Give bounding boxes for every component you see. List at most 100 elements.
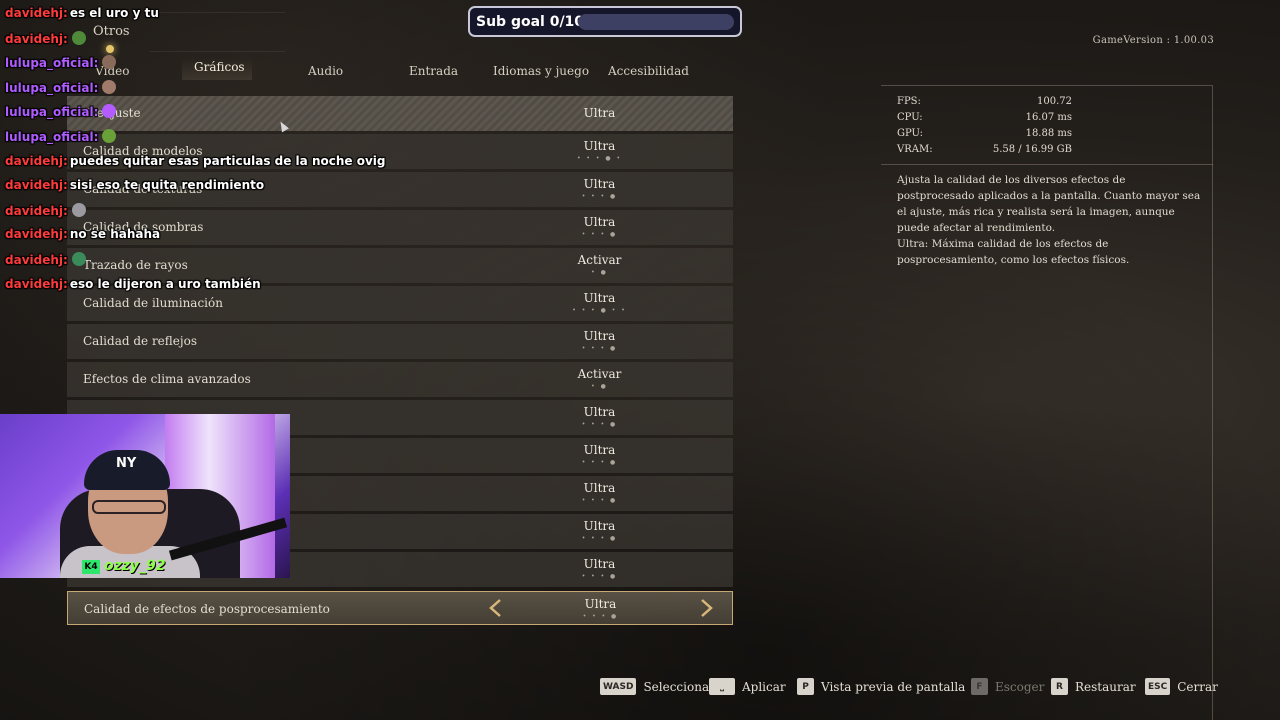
chat-message: davidehj: xyxy=(5,252,86,270)
control-vista-previa[interactable]: P Vista previa de pantalla xyxy=(797,678,965,695)
setting-label: Trazado de rayos xyxy=(83,258,188,272)
chat-username[interactable]: davidehj: xyxy=(5,227,68,241)
chat-username[interactable]: davidehj: xyxy=(5,32,68,46)
setting-label: Calidad de iluminación xyxy=(83,296,223,310)
control-escoger: F Escoger xyxy=(971,678,1044,695)
setting-row-calidad-de-reflejos[interactable]: Calidad de reflejos Ultra • • • ● xyxy=(67,324,733,359)
setting-value: Ultra xyxy=(584,597,617,611)
control-seleccionar[interactable]: WASD Seleccionar xyxy=(600,678,715,695)
setting-value: Ultra xyxy=(583,177,616,191)
setting-value: Activar xyxy=(577,253,622,267)
performance-info-panel: FPS: 100.72 CPU: 16.07 ms GPU: 18.88 ms … xyxy=(881,85,1213,720)
setting-level-dots: • • • ● xyxy=(582,613,619,620)
tab-indicator-dot xyxy=(106,45,114,53)
chat-text: sisi eso te quita rendimiento xyxy=(69,178,265,193)
space-key-icon: ⎵ xyxy=(709,678,735,695)
chevron-right-icon[interactable] xyxy=(696,598,716,618)
chat-username[interactable]: davidehj: xyxy=(5,154,68,168)
chat-username[interactable]: lulupa_oficial: xyxy=(5,105,98,119)
streamer-name: ozzy_92 xyxy=(104,558,166,574)
chat-username[interactable]: davidehj: xyxy=(5,6,68,20)
setting-value: Ultra xyxy=(583,106,616,120)
streamer-badge-icon: K4 xyxy=(82,560,100,574)
chat-username[interactable]: davidehj: xyxy=(5,204,68,218)
chat-username[interactable]: lulupa_oficial: xyxy=(5,130,98,144)
setting-row-efectos-de-clima[interactable]: Efectos de clima avanzados Activar • ● xyxy=(67,362,733,397)
tab-audio[interactable]: Audio xyxy=(308,64,343,78)
tab-otros[interactable]: Otros xyxy=(93,24,130,39)
control-label: Escoger xyxy=(995,679,1045,694)
game-logo-ornament xyxy=(150,12,285,52)
chat-emote-icon xyxy=(102,79,117,94)
chat-text: no se hahaha xyxy=(69,227,161,242)
setting-label: Efectos de clima avanzados xyxy=(83,372,251,386)
tab-graficos[interactable]: Gráficos xyxy=(194,60,245,74)
r-key-icon: R xyxy=(1051,678,1068,695)
setting-description: Ajusta la calidad de los diversos efecto… xyxy=(897,174,1201,266)
sub-goal-progress-bar xyxy=(578,14,734,30)
wasd-key-icon: WASD xyxy=(600,678,637,695)
stat-label: VRAM: xyxy=(897,144,933,155)
webcam-glasses xyxy=(92,500,166,514)
tab-accesibilidad[interactable]: Accesibilidad xyxy=(608,64,689,78)
chat-emote-icon xyxy=(71,202,86,217)
chat-message: lulupa_oficial: xyxy=(5,55,117,73)
chat-username[interactable]: davidehj: xyxy=(5,178,68,192)
setting-level-dots: • ● xyxy=(591,383,608,390)
chat-username[interactable]: lulupa_oficial: xyxy=(5,56,98,70)
tab-idiomas-y-juego[interactable]: Idiomas y juego xyxy=(493,64,589,78)
setting-level-dots: • • • ● xyxy=(581,535,618,542)
setting-level-dots: • • • ● xyxy=(581,497,618,504)
stat-label: GPU: xyxy=(897,128,923,139)
setting-row-preajuste[interactable]: Preajuste Ultra xyxy=(67,96,733,131)
control-restaurar[interactable]: R Restaurar xyxy=(1051,678,1136,695)
control-label: Vista previa de pantalla xyxy=(821,679,966,694)
sub-goal-label: Sub goal 0/10 xyxy=(476,13,585,30)
setting-value: Ultra xyxy=(583,443,616,457)
setting-level-dots: • ● xyxy=(591,269,608,276)
chat-text: eso le dijeron a uro también xyxy=(69,276,261,291)
setting-value: Ultra xyxy=(583,139,616,153)
control-hints-bar: WASD Seleccionar ⎵ Aplicar P Vista previ… xyxy=(0,678,1280,698)
setting-level-dots: • • • ● xyxy=(581,459,618,466)
esc-key-icon: ESC xyxy=(1145,678,1171,695)
chat-username[interactable]: davidehj: xyxy=(5,253,68,267)
chat-message: davidehj: puedes quitar esas particulas d… xyxy=(5,154,385,172)
setting-value: Ultra xyxy=(583,557,616,571)
setting-level-dots: • • • ● xyxy=(581,193,618,200)
setting-level-dots: • • • ● xyxy=(581,573,618,580)
chat-message: davidehj: no se hahaha xyxy=(5,227,160,245)
control-aplicar[interactable]: ⎵ Aplicar xyxy=(709,678,786,695)
chat-message: davidehj: xyxy=(5,202,86,221)
chat-message: davidehj: xyxy=(5,30,86,49)
setting-level-dots: • • • ● • • xyxy=(572,307,627,314)
stat-value: 18.88 ms xyxy=(1025,128,1072,139)
chat-username[interactable]: lulupa_oficial: xyxy=(5,81,98,95)
control-label: Restaurar xyxy=(1075,679,1136,694)
sub-goal-widget: Sub goal 0/10 xyxy=(468,6,742,37)
setting-row-calidad-de-efectos-de-posprocesamiento[interactable]: Calidad de efectos de posprocesamiento U… xyxy=(67,591,733,625)
tab-entrada[interactable]: Entrada xyxy=(409,64,458,78)
chat-message: lulupa_oficial: xyxy=(5,79,117,98)
setting-row-calidad-de-sombras[interactable]: Calidad de sombras Ultra • • • ● xyxy=(67,210,733,245)
f-key-icon: F xyxy=(971,678,988,695)
setting-label: Calidad de efectos de posprocesamiento xyxy=(84,602,330,616)
setting-value: Ultra xyxy=(583,405,616,419)
control-cerrar[interactable]: ESC Cerrar xyxy=(1145,678,1218,695)
chat-message: davidehj: es el uro y tu xyxy=(5,6,159,24)
chat-username[interactable]: davidehj: xyxy=(5,277,68,291)
chat-text: es el uro y tu xyxy=(69,6,159,20)
chevron-left-icon[interactable] xyxy=(486,598,506,618)
chat-emote-icon xyxy=(102,104,117,119)
streamer-webcam: NY K4 ozzy_92 xyxy=(0,414,290,578)
chat-emote-icon xyxy=(102,129,117,143)
setting-level-dots: • • • ● xyxy=(581,345,618,352)
stat-value: 5.58 / 16.99 GB xyxy=(992,144,1072,155)
setting-value: Ultra xyxy=(583,519,616,533)
setting-label: Calidad de reflejos xyxy=(83,334,197,348)
chat-message: davidehj: sisi eso te quita rendimiento xyxy=(5,178,264,196)
stat-value: 100.72 xyxy=(1037,96,1072,107)
chat-emote-icon xyxy=(71,252,86,266)
chat-message: lulupa_oficial: xyxy=(5,129,117,147)
chat-message: davidehj: eso le dijeron a uro también xyxy=(5,277,261,295)
